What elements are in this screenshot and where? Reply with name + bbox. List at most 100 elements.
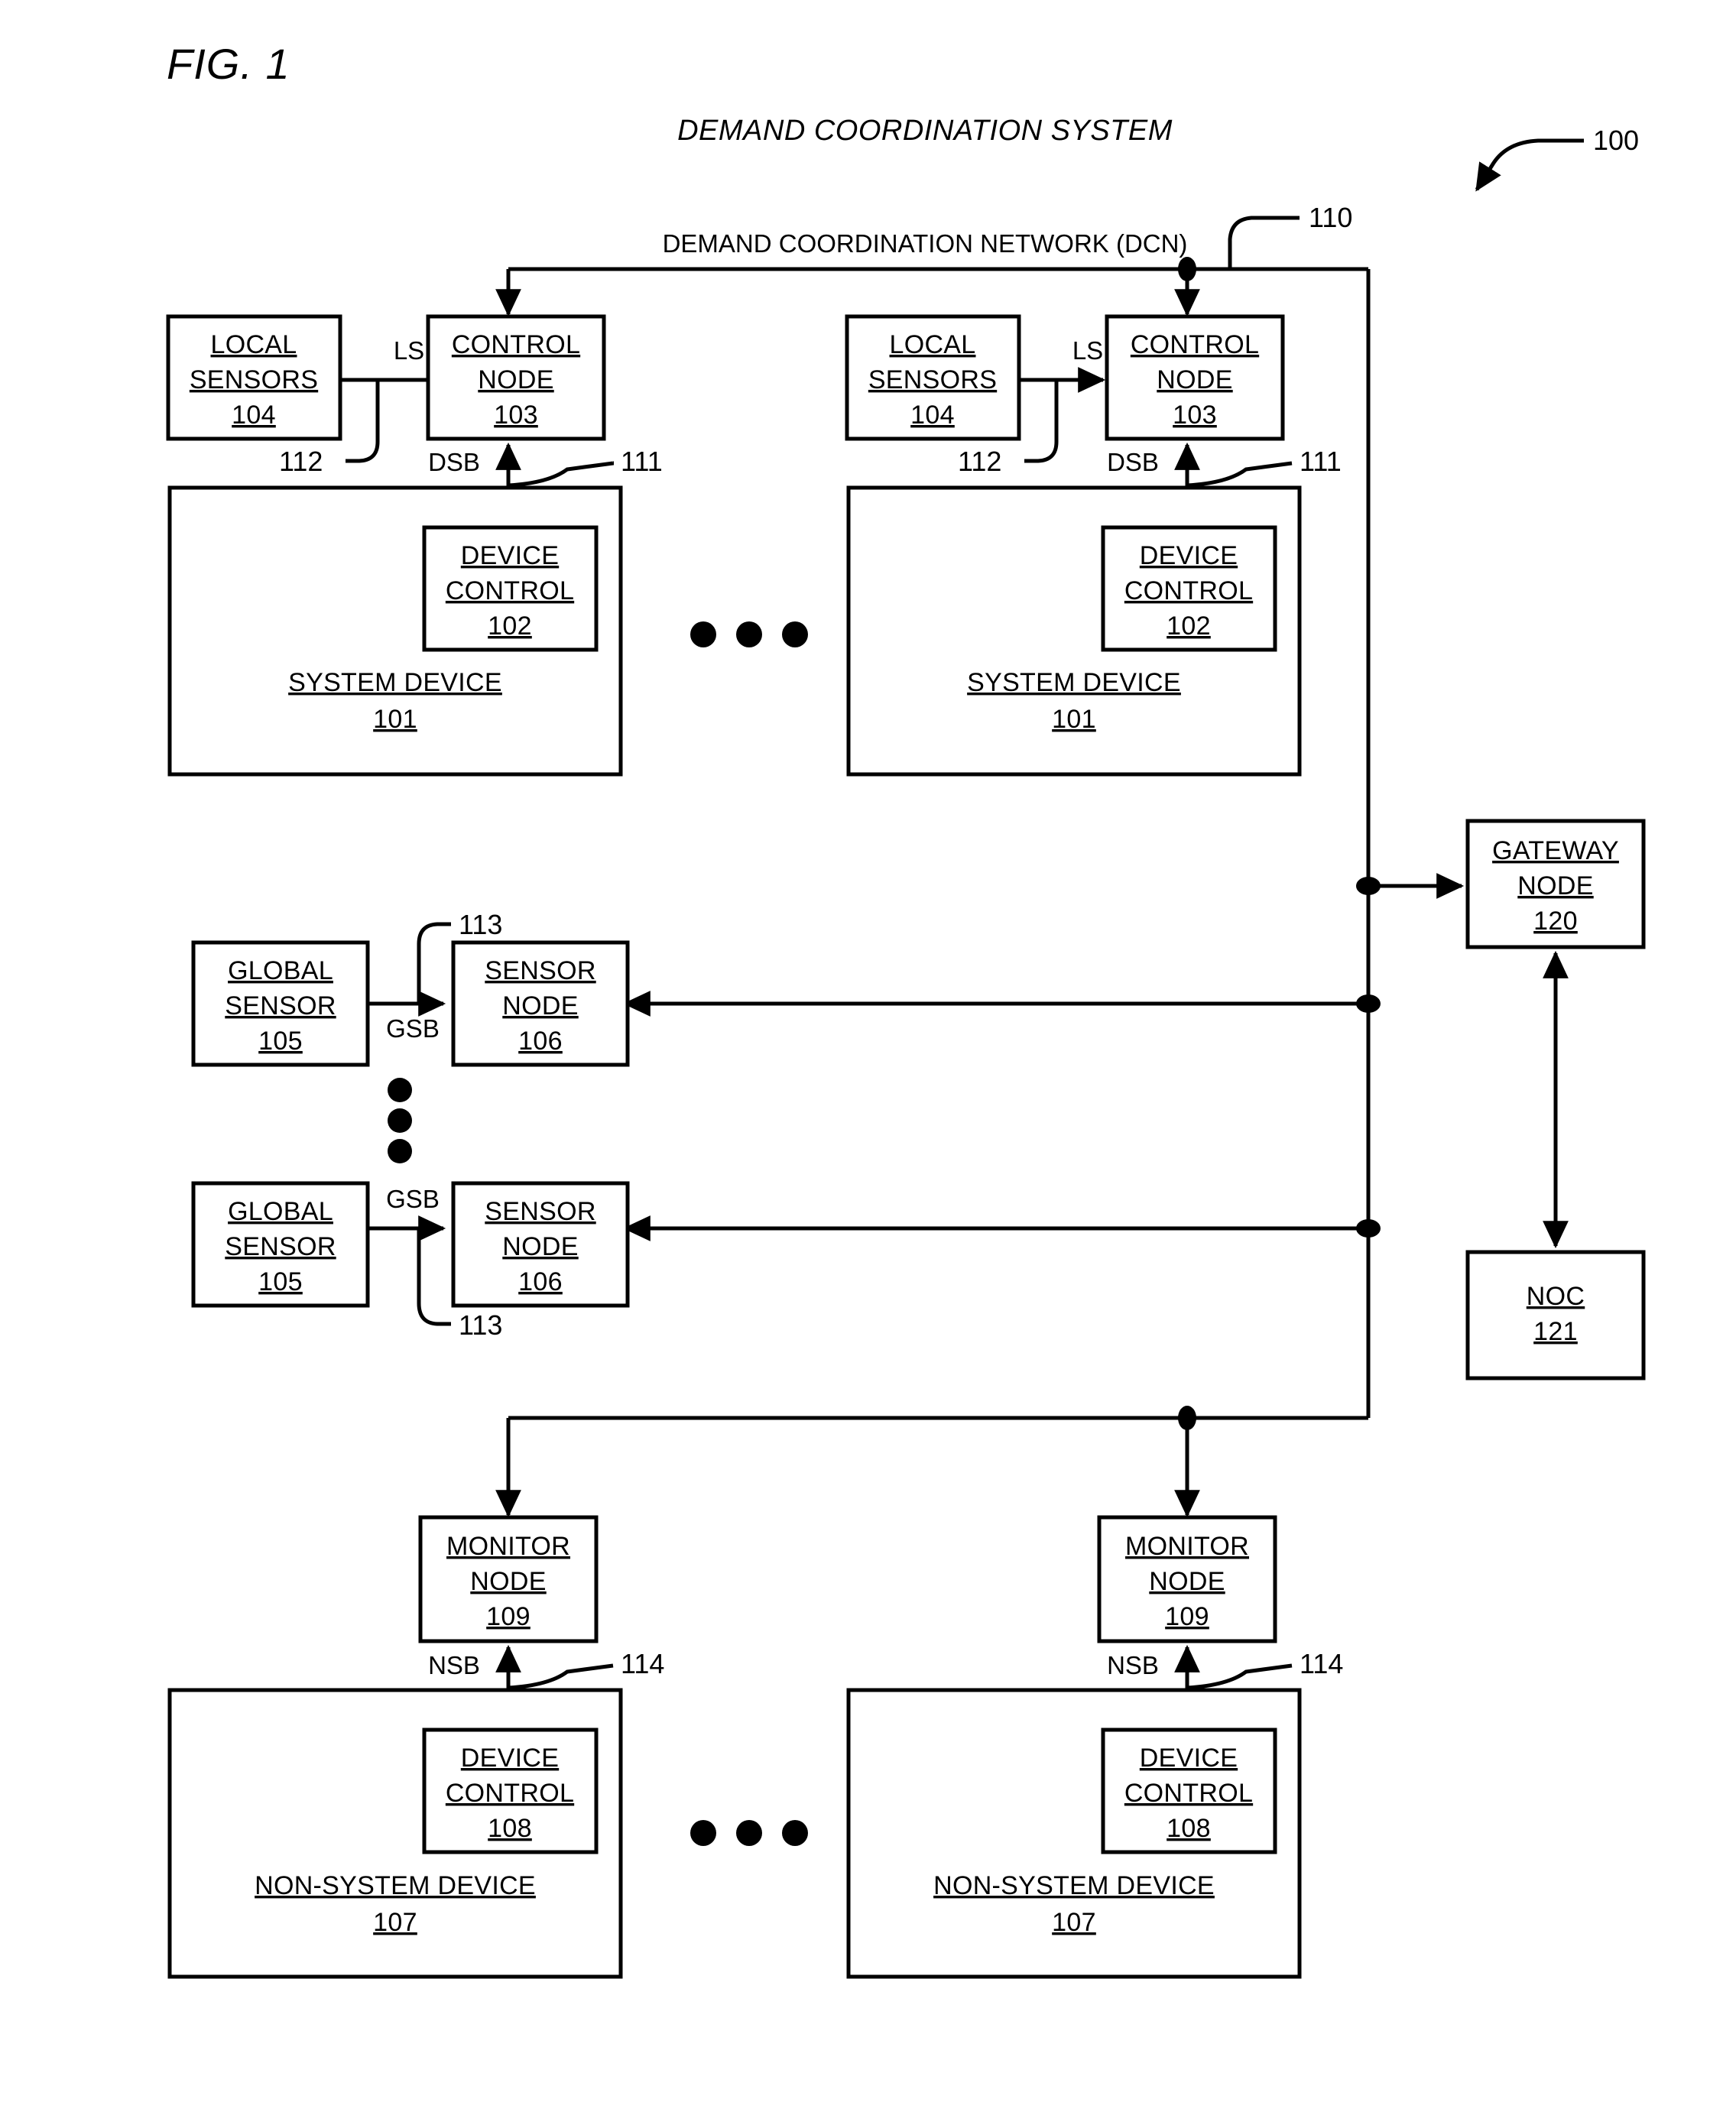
- gsb-reference-number-2: 113: [459, 1309, 502, 1341]
- nsb-reference-number-1: 114: [621, 1648, 664, 1679]
- local-sensors-label-line1-1: LOCAL: [211, 330, 297, 359]
- control-node-label-line1-1: CONTROL: [452, 330, 580, 359]
- monitor-node-label-line1-1: MONITOR: [446, 1532, 570, 1561]
- global-sensor-label-line2-1: SENSOR: [225, 991, 336, 1020]
- dcn-bus: [508, 267, 1371, 1420]
- sensor-node-label-line2-2: NODE: [502, 1232, 578, 1261]
- control-node-ref-1: 103: [494, 401, 538, 430]
- gsb-reference-leader-2: [417, 1228, 451, 1326]
- gsb-reference-number-1: 113: [459, 909, 502, 940]
- monitor-node-label-line1-2: MONITOR: [1125, 1532, 1249, 1561]
- system-device-ref-1: 101: [373, 705, 417, 734]
- demand-coordination-system-diagram: FIG. 1 DEMAND COORDINATION SYSTEM 100 DE…: [166, 40, 1646, 1979]
- device-control-block-2: DEVICE CONTROL 102: [1101, 525, 1277, 652]
- sensor-node-label-line2-1: NODE: [502, 991, 578, 1020]
- gateway-node-ref: 120: [1533, 907, 1578, 936]
- device-control-ref-2: 102: [1167, 612, 1211, 641]
- local-sensors-block-1: LOCAL SENSORS 104: [166, 314, 342, 441]
- monitor-node-label-line2-1: NODE: [470, 1567, 546, 1596]
- global-sensor-label-line1-2: GLOBAL: [228, 1197, 333, 1226]
- lsb-reference-number-1: 112: [279, 446, 323, 477]
- non-system-device-label-1: NON-SYSTEM DEVICE: [255, 1871, 536, 1900]
- global-sensor-block-1: GLOBAL SENSOR 105: [191, 940, 370, 1067]
- device-control-nonsys-label-line1-1: DEVICE: [461, 1744, 559, 1773]
- sensor-node-block-1: SENSOR NODE 106: [451, 940, 630, 1067]
- gateway-node-label-line1: GATEWAY: [1492, 836, 1619, 865]
- global-sensor-label-line2-2: SENSOR: [225, 1232, 336, 1261]
- dsb-label-2: DSB: [1107, 448, 1159, 476]
- device-control-ref-1: 102: [488, 612, 532, 641]
- device-control-block-1: DEVICE CONTROL 102: [422, 525, 599, 652]
- device-control-label-line2-2: CONTROL: [1124, 576, 1253, 605]
- lsb-reference-number-2: 112: [958, 446, 1001, 477]
- device-control-nonsys-label-line2-1: CONTROL: [446, 1779, 574, 1808]
- dcn-network-label: DEMAND COORDINATION NETWORK (DCN): [663, 229, 1188, 258]
- device-control-nonsys-label-line1-2: DEVICE: [1140, 1744, 1238, 1773]
- device-control-nonsys-block-1: DEVICE CONTROL 108: [422, 1728, 599, 1854]
- monitor-node-label-line2-2: NODE: [1149, 1567, 1225, 1596]
- dsb-reference-leader-1: [508, 461, 614, 488]
- lsb-reference-leader-1: [346, 380, 380, 463]
- figure-label: FIG. 1: [167, 40, 290, 88]
- control-node-label-line1-2: CONTROL: [1131, 330, 1259, 359]
- monitor-node-block-2: MONITOR NODE 109: [1097, 1515, 1277, 1643]
- global-sensor-ref-1: 105: [258, 1027, 303, 1056]
- local-sensors-ref-2: 104: [910, 401, 955, 430]
- local-sensors-ref-1: 104: [232, 401, 276, 430]
- system-device-label-2: SYSTEM DEVICE: [967, 668, 1181, 697]
- lsb-reference-leader-2: [1024, 380, 1059, 463]
- nsb-label-1: NSB: [428, 1651, 480, 1679]
- local-sensors-label-line1-2: LOCAL: [890, 330, 976, 359]
- sensor-node-ref-2: 106: [518, 1267, 563, 1296]
- device-control-label-line2-1: CONTROL: [446, 576, 574, 605]
- device-control-label-line1-1: DEVICE: [461, 541, 559, 570]
- non-system-device-label-2: NON-SYSTEM DEVICE: [933, 1871, 1215, 1900]
- figure-title: DEMAND COORDINATION SYSTEM: [677, 115, 1173, 147]
- control-node-label-line2-1: NODE: [478, 365, 553, 394]
- non-system-device-ref-2: 107: [1052, 1908, 1096, 1937]
- nsb-reference-leader-1: [508, 1663, 614, 1690]
- sensor-node-ref-1: 106: [518, 1027, 563, 1056]
- non-system-device-row-ellipsis: [690, 1820, 808, 1846]
- local-sensors-label-line2-2: SENSORS: [868, 365, 997, 394]
- local-sensors-label-line2-1: SENSORS: [190, 365, 318, 394]
- gsb-label-1: GSB: [386, 1014, 440, 1043]
- gateway-node-label-line2: NODE: [1517, 871, 1593, 900]
- system-device-row-ellipsis: [690, 621, 808, 647]
- dsb-label-1: DSB: [428, 448, 480, 476]
- control-node-block-2: CONTROL NODE 103: [1105, 314, 1285, 441]
- global-sensor-block-2: GLOBAL SENSOR 105: [191, 1181, 370, 1308]
- sensor-node-block-2: SENSOR NODE 106: [451, 1181, 630, 1308]
- dcn-reference-leader: [1228, 216, 1300, 269]
- device-control-nonsys-ref-1: 108: [488, 1814, 532, 1843]
- dsb-reference-leader-2: [1186, 461, 1293, 488]
- control-node-block-1: CONTROL NODE 103: [426, 314, 606, 441]
- nsb-label-2: NSB: [1107, 1651, 1159, 1679]
- device-control-nonsys-ref-2: 108: [1167, 1814, 1211, 1843]
- local-sensors-block-2: LOCAL SENSORS 104: [845, 314, 1021, 441]
- dcn-reference-number: 110: [1309, 202, 1352, 233]
- noc-ref: 121: [1533, 1317, 1578, 1346]
- monitor-node-ref-2: 109: [1165, 1602, 1209, 1631]
- control-node-ref-2: 103: [1173, 401, 1217, 430]
- gsb-label-2: GSB: [386, 1185, 440, 1213]
- sensor-column-ellipsis: [388, 1078, 412, 1163]
- system-device-ref-2: 101: [1052, 705, 1096, 734]
- dsb-reference-number-2: 111: [1300, 446, 1342, 477]
- nsb-reference-number-2: 114: [1300, 1648, 1343, 1679]
- monitor-node-block-1: MONITOR NODE 109: [418, 1515, 599, 1643]
- gateway-node-block: GATEWAY NODE 120: [1465, 819, 1646, 949]
- dsb-reference-number-1: 111: [621, 446, 663, 477]
- non-system-device-ref-1: 107: [373, 1908, 417, 1937]
- device-control-label-line1-2: DEVICE: [1140, 541, 1238, 570]
- global-sensor-ref-2: 105: [258, 1267, 303, 1296]
- device-control-nonsys-label-line2-2: CONTROL: [1124, 1779, 1253, 1808]
- control-node-label-line2-2: NODE: [1157, 365, 1232, 394]
- device-control-nonsys-block-2: DEVICE CONTROL 108: [1101, 1728, 1277, 1854]
- noc-label: NOC: [1527, 1282, 1585, 1311]
- monitor-node-ref-1: 109: [486, 1602, 531, 1631]
- nsb-reference-leader-2: [1186, 1663, 1293, 1690]
- patent-figure: FIG. 1 DEMAND COORDINATION SYSTEM 100 DE…: [0, 0, 1736, 2112]
- gsb-reference-leader-1: [417, 922, 451, 1004]
- global-sensor-label-line1-1: GLOBAL: [228, 956, 333, 985]
